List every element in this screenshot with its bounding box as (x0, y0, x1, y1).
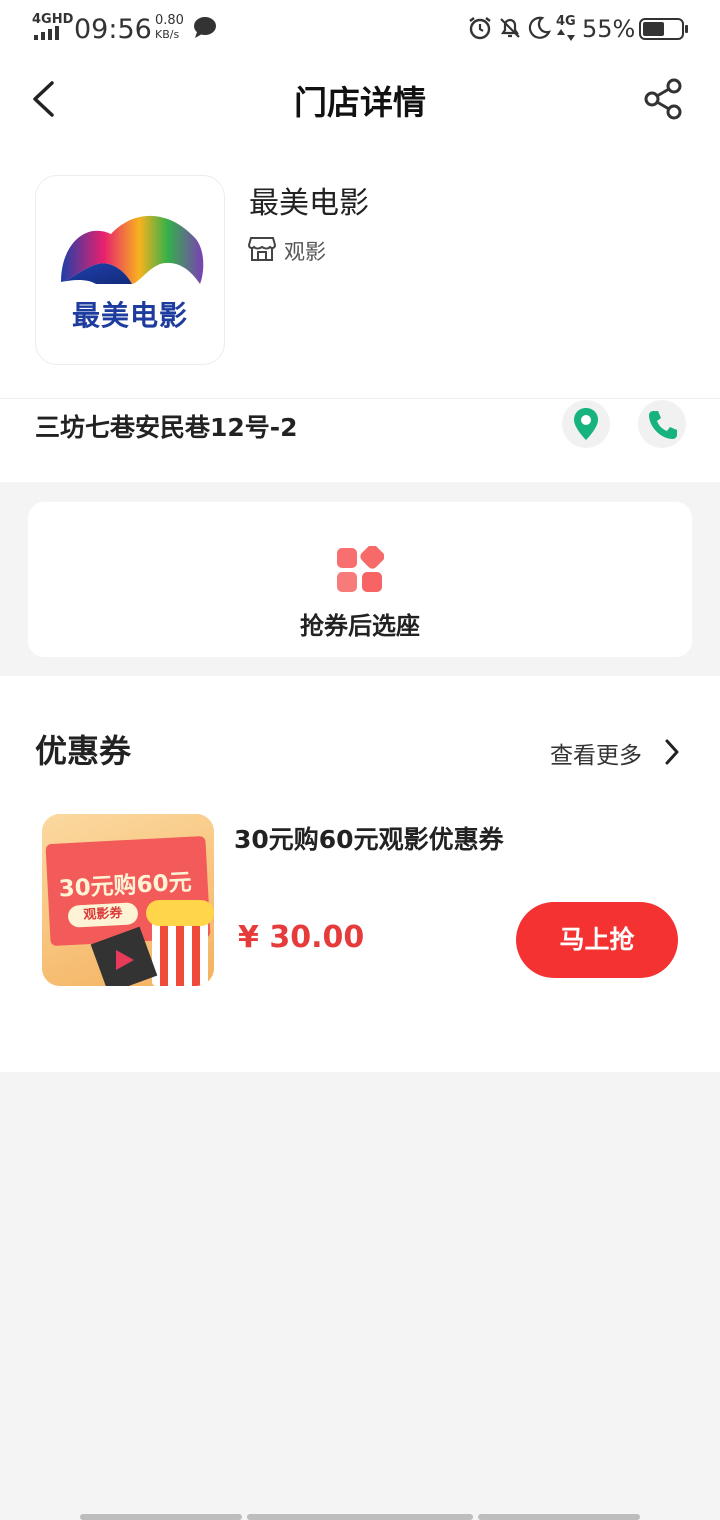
signal-icon (34, 26, 59, 40)
map-pin-icon (574, 408, 598, 440)
alarm-icon (469, 17, 491, 40)
coupon-thumbnail[interactable]: 30元购60元 观影券 (42, 814, 214, 986)
network-type: 4GHD (32, 12, 74, 27)
choose-seat-label: 抢券后选座 (300, 612, 420, 640)
mute-bell-icon (500, 18, 520, 38)
status-bar: 4GHD 09:56 0.80 KB/s 4G 55% (0, 0, 720, 58)
home-indicator-left (80, 1514, 242, 1520)
phone-icon (649, 411, 677, 439)
speed-unit: KB/s (155, 28, 180, 41)
page-title: 门店详情 (294, 83, 426, 122)
call-button[interactable] (638, 400, 686, 448)
clock: 09:56 (74, 14, 152, 45)
store-name: 最美电影 (249, 186, 369, 221)
battery-icon (639, 18, 688, 40)
home-indicator-center[interactable] (247, 1514, 473, 1520)
grab-coupon-button[interactable]: 马上抢 (516, 902, 678, 978)
location-button[interactable] (562, 400, 610, 448)
share-icon[interactable] (643, 78, 683, 120)
home-indicator-right (478, 1514, 640, 1520)
divider (0, 398, 720, 399)
coupon-price: ¥ 30.00 (238, 920, 365, 955)
coupon-section: 优惠券 查看更多 30元购60元 观影券 30元购60元观影优惠券 ¥ 30.0… (0, 676, 720, 1072)
thumb-subtitle: 观影券 (67, 902, 139, 928)
store-info-card: 最美电影 最美电影 观影 三坊七巷安民巷12号-2 (0, 140, 720, 482)
choose-seat-entry[interactable]: 抢券后选座 (28, 502, 692, 657)
nav-header: 门店详情 (0, 58, 720, 140)
apps-grid-icon (337, 546, 384, 592)
message-icon (194, 17, 216, 38)
battery-percent: 55% (582, 15, 636, 43)
network-type-2: 4G (556, 14, 576, 29)
see-more-link[interactable]: 查看更多 (550, 736, 642, 770)
logo-text: 最美电影 (71, 299, 188, 332)
store-logo: 最美电影 (35, 175, 225, 365)
store-address: 三坊七巷安民巷12号-2 (35, 413, 298, 442)
moon-icon (528, 16, 551, 39)
store-icon (248, 237, 276, 261)
section-title: 优惠券 (35, 732, 132, 770)
speed-value: 0.80 (155, 13, 184, 28)
data-arrows-icon (557, 29, 575, 41)
logo-wave-icon (61, 215, 204, 284)
store-category: 观影 (284, 240, 326, 264)
chevron-right-icon[interactable] (664, 738, 680, 766)
coupon-title[interactable]: 30元购60元观影优惠券 (234, 820, 504, 856)
